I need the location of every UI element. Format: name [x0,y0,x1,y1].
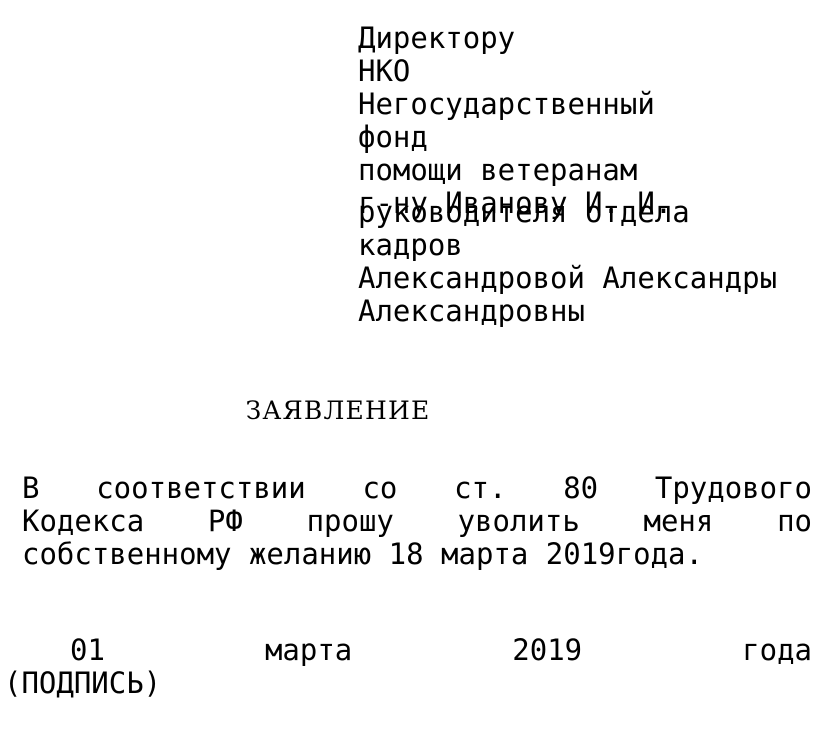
addressee-line-3: помощи ветеранам [358,153,638,187]
applicant-block: руководителя отдела кадров Александровой… [358,196,814,328]
document-page: Директору НКО Негосударственный фонд пом… [0,0,836,730]
addressee-block: Директору НКО Негосударственный фонд пом… [358,22,814,220]
body-line-2: Кодекса РФ прошу уволить меня по [22,504,812,538]
body-paragraph: В соответствии со ст. 80 Трудового Кодек… [22,472,812,571]
date-line: 01 марта 2019 года [70,633,812,667]
addressee-line-1: Директору НКО [358,21,516,88]
applicant-line-3: Александровой Александры [358,261,778,295]
applicant-line-2: кадров [358,228,463,262]
applicant-line-1: руководителя отдела [358,195,690,229]
applicant-line-4: Александровны [358,294,585,328]
body-line-1: В соответствии со ст. 80 Трудового [22,471,812,505]
document-title: ЗАЯВЛЕНИЕ [245,396,431,425]
document-footer: 01 марта 2019 года (ПОДПИСЬ) [4,633,812,700]
addressee-line-2: Негосударственный фонд [358,87,830,154]
signature-placeholder: (ПОДПИСЬ) [4,666,162,700]
body-line-3: собственному желанию 18 марта 2019года. [22,537,703,571]
